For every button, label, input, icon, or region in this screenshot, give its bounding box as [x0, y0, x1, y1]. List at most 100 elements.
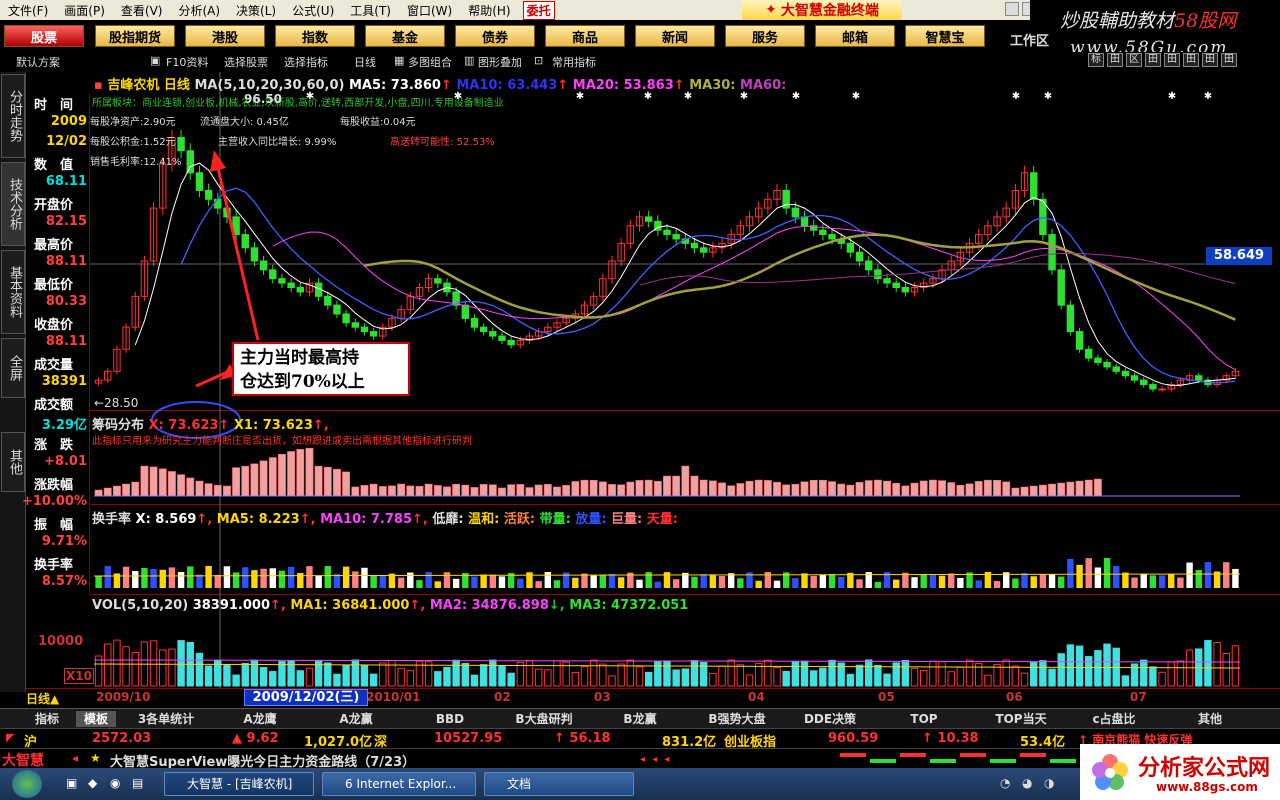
chip-bar	[635, 480, 644, 497]
market-bar	[870, 759, 896, 763]
turnover-bar	[792, 578, 799, 588]
cursor-price-label: 58.649	[1206, 247, 1272, 265]
tab-templates[interactable]: 模板	[76, 711, 116, 727]
tab-3-order-stats[interactable]: 3各单统计	[124, 711, 208, 727]
chip-bar	[1057, 482, 1066, 497]
turnover-bar	[526, 572, 533, 588]
chip-bar	[974, 481, 983, 497]
tab-b-longying[interactable]: B龙赢	[598, 711, 682, 727]
vol-value: 38391.000	[192, 598, 270, 613]
start-button-icon[interactable]	[12, 770, 42, 798]
tray-icon[interactable]: ◔	[1000, 776, 1010, 790]
volume-bar	[553, 660, 561, 687]
tab-top-today[interactable]: TOP当天	[976, 711, 1066, 727]
chip-bar	[553, 486, 561, 497]
turnover-bar	[251, 570, 258, 588]
chip-bar	[140, 465, 149, 497]
chip-x1-value: X1: 73.623	[233, 418, 313, 433]
volume-bar	[690, 660, 699, 687]
sh-index: 2572.03	[92, 731, 152, 746]
chip-bar	[773, 481, 781, 497]
candle-body	[1085, 348, 1093, 359]
chip-bar	[278, 454, 286, 497]
candle-body	[434, 278, 442, 284]
task-documents[interactable]: 文档	[484, 772, 634, 796]
ma20-line	[272, 225, 1236, 371]
chip-bar	[461, 484, 470, 497]
tab-c-ratio[interactable]: c占盘比	[1072, 711, 1156, 727]
task-ie[interactable]: 6 Internet Explor...	[322, 772, 476, 796]
tab-b-strong-market[interactable]: B强势大盘	[692, 711, 782, 727]
chip-bar	[259, 460, 268, 497]
candle-body	[489, 331, 497, 337]
volume-bar	[919, 670, 928, 687]
site-logo-name: 分析家公式网	[1138, 755, 1271, 781]
tab-indicators[interactable]: 指标	[26, 711, 68, 727]
chip-bar	[397, 483, 406, 497]
volume-bar	[1167, 661, 1175, 687]
volume-bar	[479, 664, 488, 687]
flower-logo-icon	[1092, 754, 1128, 790]
volume-bar	[177, 640, 185, 687]
tray-icon[interactable]: ◑	[1044, 776, 1054, 790]
chip-bar	[323, 466, 332, 497]
turnover-bar	[700, 574, 707, 588]
turnover-bar	[95, 576, 102, 588]
period-toggle[interactable]: 日线▲	[26, 690, 59, 707]
tray-icon[interactable]: ◕	[1022, 776, 1032, 790]
quicklaunch-icon[interactable]: ◆	[88, 776, 97, 790]
candle-body	[1057, 269, 1065, 306]
tab-a-longying2[interactable]: A龙赢	[314, 711, 398, 727]
chip-bar	[452, 483, 461, 497]
volume-bar	[195, 652, 204, 687]
chip-bar	[727, 485, 736, 497]
chip-bar	[195, 480, 204, 497]
chip-bar	[663, 475, 671, 497]
tab-other[interactable]: 其他	[1168, 711, 1252, 727]
market-bar	[900, 753, 926, 757]
prev-icon[interactable]: ◂	[72, 751, 78, 765]
gem-index: 960.59	[828, 731, 879, 746]
tab-bbd[interactable]: BBD	[408, 711, 492, 727]
volume-bar	[159, 649, 167, 687]
chip-bar	[956, 485, 965, 497]
signal-star-icon: ✱	[1012, 91, 1020, 102]
tab-top[interactable]: TOP	[882, 711, 966, 727]
chip-bar	[296, 449, 305, 497]
chip-bar	[516, 484, 525, 497]
turnover-bar	[819, 574, 827, 588]
turnover-bar	[727, 573, 735, 588]
quicklaunch-icon[interactable]: ◉	[110, 776, 120, 790]
vol-ma2: MA2: 34876.898	[429, 598, 549, 613]
market-bar	[930, 759, 956, 763]
chip-bar	[158, 468, 167, 497]
task-dzh[interactable]: 大智慧 - [吉峰农机]	[164, 772, 314, 796]
vol-unit-label: X10	[64, 668, 94, 684]
turnover-bar	[352, 571, 359, 588]
chip-bar	[498, 487, 506, 497]
market-bar	[840, 753, 866, 757]
tab-a-longying[interactable]: A龙鹰	[218, 711, 302, 727]
candle-body	[1121, 370, 1130, 377]
volume-bar	[525, 660, 534, 687]
turnover-bar	[590, 575, 597, 588]
volume-bar	[901, 659, 910, 687]
chip-bar	[791, 483, 800, 497]
candle-body	[1066, 304, 1075, 333]
site-logo-url: www.88gs.com	[1156, 780, 1258, 794]
chip-bar	[589, 480, 598, 497]
vol-ma3: MA3: 47372.051	[569, 598, 689, 613]
volume-bar	[617, 663, 625, 687]
volume-bar	[1204, 640, 1212, 687]
tab-b-market-analysis[interactable]: B大盘研判	[502, 711, 586, 727]
candle-body	[342, 313, 350, 324]
tab-dde-decision[interactable]: DDE决策	[788, 711, 872, 727]
volume-bar	[1213, 642, 1221, 687]
quicklaunch-icon[interactable]: ▣	[66, 776, 77, 790]
up-arrow-icon: ↑	[218, 418, 230, 433]
chip-bar	[919, 480, 928, 497]
volume-bar	[214, 659, 222, 687]
turnover-bar	[1113, 565, 1120, 588]
quicklaunch-icon[interactable]: ▤	[132, 776, 143, 790]
volume-bar	[305, 667, 314, 687]
